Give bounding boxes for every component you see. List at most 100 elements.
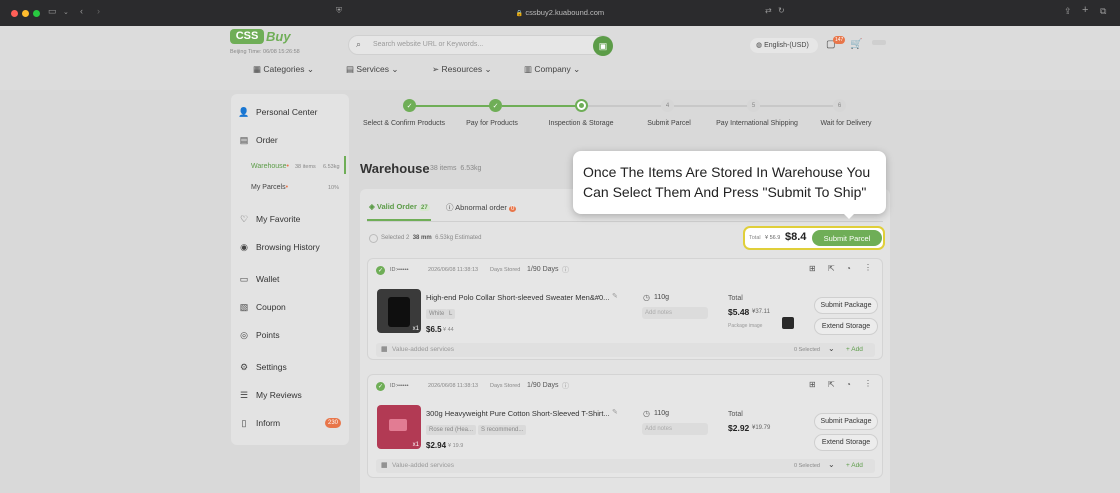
add-service-button[interactable]: + Add (846, 346, 863, 353)
tooltip-arrow (843, 213, 855, 219)
tab-valid-order[interactable]: ◈ Valid Order 27 (369, 202, 430, 211)
back-icon[interactable]: ‹ (80, 6, 83, 16)
active-indicator (344, 156, 346, 174)
nav-resources[interactable]: ➢ Resources ⌄ (432, 64, 492, 75)
selected-items: 38 mm (412, 235, 432, 241)
nav-services[interactable]: ▤ Services ⌄ (346, 64, 399, 75)
sidebar-item-browsing-history[interactable]: ◉ Browsing History (239, 241, 320, 253)
copy-icon[interactable]: ⊞ (809, 264, 816, 273)
translate-icon[interactable]: ⇄ (765, 6, 772, 15)
send-icon: ➢ (432, 64, 440, 74)
edit-icon[interactable]: ✎ (612, 292, 618, 300)
more-icon[interactable]: ⋮ (864, 263, 872, 272)
product-price: $2.94 (426, 441, 447, 450)
notes-input[interactable]: Add notes (642, 307, 708, 319)
sidebar-item-settings[interactable]: ⚙ Settings (239, 362, 287, 373)
inform-badge: 230 (325, 418, 342, 428)
product-image[interactable]: x1 (377, 289, 421, 333)
heart-icon: ♡ (239, 213, 249, 224)
info-icon[interactable]: ⓘ (562, 265, 569, 275)
nav-company[interactable]: ▥ Company ⌄ (524, 64, 580, 75)
product-image[interactable]: x1 (377, 405, 421, 449)
image-search-button[interactable]: ▣ (593, 36, 613, 56)
tab-abnormal-order[interactable]: ⓘ Abnormal order 0 (446, 202, 517, 213)
reload-icon[interactable]: ↻ (778, 6, 785, 15)
package-image-label: Package image (728, 323, 763, 329)
sidebar-sub-my-parcels[interactable]: My Parcels• (251, 184, 288, 191)
submit-package-button[interactable]: Submit Package (814, 413, 878, 430)
sub-label: Warehouse (251, 163, 287, 170)
grid-icon: ▦ (253, 64, 262, 74)
submit-package-button[interactable]: Submit Package (814, 297, 878, 314)
sidebar-sub-warehouse[interactable]: Warehouse• (251, 163, 289, 170)
package-thumbnail[interactable] (782, 317, 794, 329)
sidebar-item-order[interactable]: ▤ Order (239, 135, 278, 146)
chevron-down-icon[interactable]: ⌄ (828, 460, 835, 469)
user-icon: 👤 (238, 106, 250, 117)
nav-categories[interactable]: ▦ Categories ⌄ (253, 64, 314, 75)
product-name[interactable]: High-end Polo Collar Short-sleeved Sweat… (426, 293, 609, 302)
days-stored-label: Days Stored (490, 267, 521, 273)
sidebar-item-my-favorite[interactable]: ♡ My Favorite (239, 213, 300, 225)
sidebar-item-inform[interactable]: ▯ Inform (239, 418, 281, 429)
sidebar-item-coupon[interactable]: ▧ Coupon (239, 302, 286, 313)
sidebar-item-points[interactable]: ◎ Points (239, 330, 280, 341)
chevron-down-icon[interactable]: ⌄ (63, 8, 69, 16)
share-icon[interactable]: ⇪ (1064, 6, 1072, 17)
copy-icon[interactable]: ⊞ (809, 380, 816, 389)
edit-icon[interactable]: ✎ (612, 408, 618, 416)
cart-icon[interactable]: 🛒 (850, 39, 862, 50)
submit-parcel-button[interactable]: Submit Parcel (812, 230, 882, 246)
logo-suffix[interactable]: Buy (266, 29, 291, 44)
eye-icon: ◉ (240, 241, 248, 252)
order-checkbox[interactable]: ✓ (376, 266, 385, 275)
zoom-window-button[interactable] (33, 10, 40, 17)
shield-icon[interactable]: ⛨ (336, 6, 342, 16)
chat-icon[interactable]: ◔ (846, 264, 851, 273)
total-cny: ¥ 56.9 (765, 235, 781, 241)
new-tab-icon[interactable]: + (1082, 4, 1088, 16)
avatar[interactable] (872, 40, 886, 45)
language-selector[interactable]: ◍ English-(USD) (750, 38, 818, 53)
sidebar-toggle-icon[interactable]: ▭ (48, 6, 57, 17)
share-icon[interactable]: ⇱ (828, 264, 835, 273)
building-icon: ▥ (524, 64, 533, 74)
sidebar-item-label: My Reviews (256, 390, 302, 400)
minimize-window-button[interactable] (22, 10, 29, 17)
address-bar[interactable]: 🔒 cssbuy2.kuabound.com (440, 6, 680, 20)
image-icon: ▣ (598, 40, 608, 51)
globe-icon: ◍ (756, 42, 763, 49)
select-all-checkbox[interactable] (369, 234, 378, 243)
share-icon[interactable]: ⇱ (828, 380, 835, 389)
order-total-cny: ¥37.11 (752, 309, 770, 315)
order-checkbox[interactable]: ✓ (376, 382, 385, 391)
nav-label: Categories (263, 64, 305, 74)
extend-storage-button[interactable]: Extend Storage (814, 318, 878, 335)
close-window-button[interactable] (11, 10, 18, 17)
forward-icon[interactable]: › (97, 6, 100, 16)
notes-input[interactable]: Add notes (642, 423, 708, 435)
order-total: $5.48 (728, 307, 750, 317)
grid-icon: ▦ (381, 346, 388, 353)
selected-summary: Selected 2 38 mm 6.53kg Estimated (381, 235, 481, 241)
logo[interactable]: CSS (230, 29, 264, 44)
more-icon[interactable]: ⋮ (864, 379, 872, 388)
step-label: Inspection & Storage (548, 120, 614, 127)
chevron-down-icon[interactable]: ⌄ (828, 344, 835, 353)
extend-storage-button[interactable]: Extend Storage (814, 434, 878, 451)
sidebar-item-wallet[interactable]: ▭ Wallet (239, 274, 280, 285)
lock-icon: 🔒 (515, 11, 524, 17)
sidebar-item-my-reviews[interactable]: ☰ My Reviews (239, 390, 302, 401)
order-id: ID:•••••• (390, 383, 409, 389)
alert-icon: ⓘ (446, 203, 454, 212)
add-service-button[interactable]: + Add (846, 462, 863, 469)
step-label: Submit Parcel (647, 120, 691, 127)
chat-icon[interactable]: ◔ (846, 380, 851, 389)
info-icon[interactable]: ⓘ (562, 381, 569, 391)
product-name[interactable]: 300g Heavyweight Pure Cotton Short-Sleev… (426, 409, 610, 418)
sidebar-item-personal-center[interactable]: 👤 Personal Center (238, 106, 317, 118)
product-price: $6.5 (426, 325, 442, 334)
step-5-number: 5 (747, 99, 760, 112)
total-price: $8.4 (785, 231, 807, 243)
tabs-overview-icon[interactable]: ⧉ (1100, 6, 1106, 17)
